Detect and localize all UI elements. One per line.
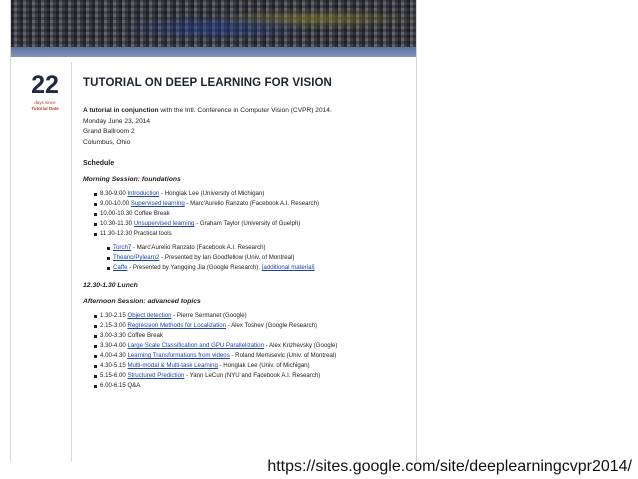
schedule-time: 8.30-9.00 xyxy=(100,190,128,197)
schedule-item: Caffe - Presented by Yangqing Jia (Googl… xyxy=(83,263,416,273)
talk-speaker: - Honglak Lee (Univ. of Michigan) xyxy=(217,362,310,369)
intro-block: A tutorial in conjunction with the Intl.… xyxy=(83,106,416,148)
talk-link[interactable]: Caffe xyxy=(113,264,127,271)
main-content: TUTORIAL ON DEEP LEARNING FOR VISION A t… xyxy=(83,76,416,391)
header-strip xyxy=(11,47,416,57)
schedule-time: 2.15-3.00 xyxy=(100,322,128,329)
intro-bold: A tutorial in conjunction xyxy=(83,107,159,114)
schedule-item: 10.00-10.30 Coffee Break xyxy=(83,209,416,219)
talk-link[interactable]: Object detection xyxy=(127,312,171,319)
schedule-item: 4.30-5.15 Multi-modal & Multi-task Learn… xyxy=(83,361,416,371)
talk-speaker: - Presented by Ian Goodfellow (Univ. of … xyxy=(159,254,295,261)
talk-link[interactable]: Theano/Pylearn2 xyxy=(113,254,159,261)
schedule-item: 11.30-12.30 Practical tools xyxy=(83,229,416,239)
countdown-caption: Tutorial Date xyxy=(31,106,59,111)
schedule-time: 5.15-6.00 xyxy=(100,372,128,379)
talk-speaker: - Presented by Yangqing Jia (Google Rese… xyxy=(127,264,262,271)
sidebar-divider xyxy=(71,62,72,462)
talk-link[interactable]: Supervised learning xyxy=(131,200,185,207)
event-city: Columbus, Ohio xyxy=(83,138,131,146)
talk-link[interactable]: Learning Transformations from videos xyxy=(127,352,229,359)
schedule-item: 4.00-4.30 Learning Transformations from … xyxy=(83,351,416,361)
page-title: TUTORIAL ON DEEP LEARNING FOR VISION xyxy=(83,77,332,89)
schedule-item: 2.15-3.00 Regression Methods for Localiz… xyxy=(83,321,416,331)
lunch-break: 12.30-1.30 Lunch xyxy=(83,282,138,289)
schedule-time: 3.30-4.00 xyxy=(100,342,128,349)
schedule-heading: Schedule xyxy=(83,160,115,167)
talk-link[interactable]: Large Scale Classification and GPU Paral… xyxy=(127,342,264,349)
talk-link[interactable]: Introduction xyxy=(127,190,159,197)
schedule-time: 9.00-10.00 xyxy=(100,200,131,207)
talk-speaker: - Roland Memisevic (Univ. of Montreal) xyxy=(229,352,337,359)
talk-speaker: - Alex Krizhevsky (Google) xyxy=(263,342,338,349)
talk-link[interactable]: Multi-modal & Multi-task Learning xyxy=(127,362,217,369)
talk-link[interactable]: Regression Methods for Localization xyxy=(127,322,226,329)
schedule-time: 10.30-11.30 xyxy=(100,220,134,227)
schedule-item: 3.00-3.30 Coffee Break xyxy=(83,331,416,341)
talk-speaker: - Marc'Aurelio Ranzato (Facebook A.I. Re… xyxy=(184,200,319,207)
afternoon-schedule-list: 1.30-2.15 Object detection - Pierre Serm… xyxy=(83,311,416,391)
schedule-time: 6.00-6.15 Q&A xyxy=(100,382,141,389)
schedule-item: 6.00-6.15 Q&A xyxy=(83,381,416,391)
schedule-time: 4.00-4.30 xyxy=(100,352,128,359)
schedule-time: 3.00-3.30 Coffee Break xyxy=(100,332,163,339)
schedule-time: 11.30-12.30 Practical tools xyxy=(100,230,172,237)
talk-speaker: - Graham Taylor (University of Guelph) xyxy=(194,220,301,227)
morning-session-title: Morning Session: foundations xyxy=(83,176,181,183)
morning-schedule-list: 8.30-9.00 Introduction - Honglak Lee (Un… xyxy=(83,189,416,239)
schedule-item: 5.15-6.00 Structured Prediction - Yann L… xyxy=(83,371,416,381)
event-date: Monday June 23, 2014 xyxy=(83,117,151,125)
schedule-time: 1.30-2.15 xyxy=(100,312,128,319)
talk-speaker: - Alex Toshev (Google Research) xyxy=(226,322,318,329)
intro-rest: with the Intl. Conference in Computer Vi… xyxy=(158,107,332,114)
schedule-item: Theano/Pylearn2 - Presented by Ian Goodf… xyxy=(83,253,416,263)
schedule-time: 10.00-10.30 Coffee Break xyxy=(100,210,170,217)
schedule-item: 9.00-10.00 Supervised learning - Marc'Au… xyxy=(83,199,416,209)
talk-speaker: - Marc'Aurelio Ranzato (Facebook A.I. Re… xyxy=(131,244,266,251)
afternoon-session-title: Afternoon Session: advanced topics xyxy=(83,298,201,305)
talk-speaker: - Pierre Sermanet (Google) xyxy=(171,312,247,319)
intro-line: A tutorial in conjunction with the Intl.… xyxy=(83,106,416,117)
slide-url-caption: https://sites.google.com/site/deeplearni… xyxy=(267,458,632,475)
schedule-item: 3.30-4.00 Large Scale Classification and… xyxy=(83,341,416,351)
schedule-item: 10.30-11.30 Unsupervised learning - Grah… xyxy=(83,219,416,229)
site-screenshot: 22 days since Tutorial Date TUTORIAL ON … xyxy=(10,0,417,462)
schedule-item: 8.30-9.00 Introduction - Honglak Lee (Un… xyxy=(83,189,416,199)
practical-tools-list: Torch7 - Marc'Aurelio Ranzato (Facebook … xyxy=(83,243,416,273)
talk-link[interactable]: Structured Prediction xyxy=(127,372,184,379)
talk-link[interactable]: Unsupervised learning xyxy=(134,220,195,227)
additional-material-link[interactable]: [additional material] xyxy=(262,264,315,271)
talk-link[interactable]: Torch7 xyxy=(113,244,131,251)
schedule-item: Torch7 - Marc'Aurelio Ranzato (Facebook … xyxy=(83,243,416,253)
countdown-widget: 22 days since Tutorial Date xyxy=(25,72,65,112)
event-room: Grand Ballroom 2 xyxy=(83,128,135,135)
header-banner-image xyxy=(11,0,416,47)
countdown-number: 22 xyxy=(31,71,59,99)
schedule-item: 1.30-2.15 Object detection - Pierre Serm… xyxy=(83,311,416,321)
schedule-time: 4.30-5.15 xyxy=(100,362,128,369)
talk-speaker: - Honglak Lee (University of Michigan) xyxy=(159,190,265,197)
talk-speaker: - Yann LeCun (NYU and Facebook A.I. Rese… xyxy=(184,372,321,379)
